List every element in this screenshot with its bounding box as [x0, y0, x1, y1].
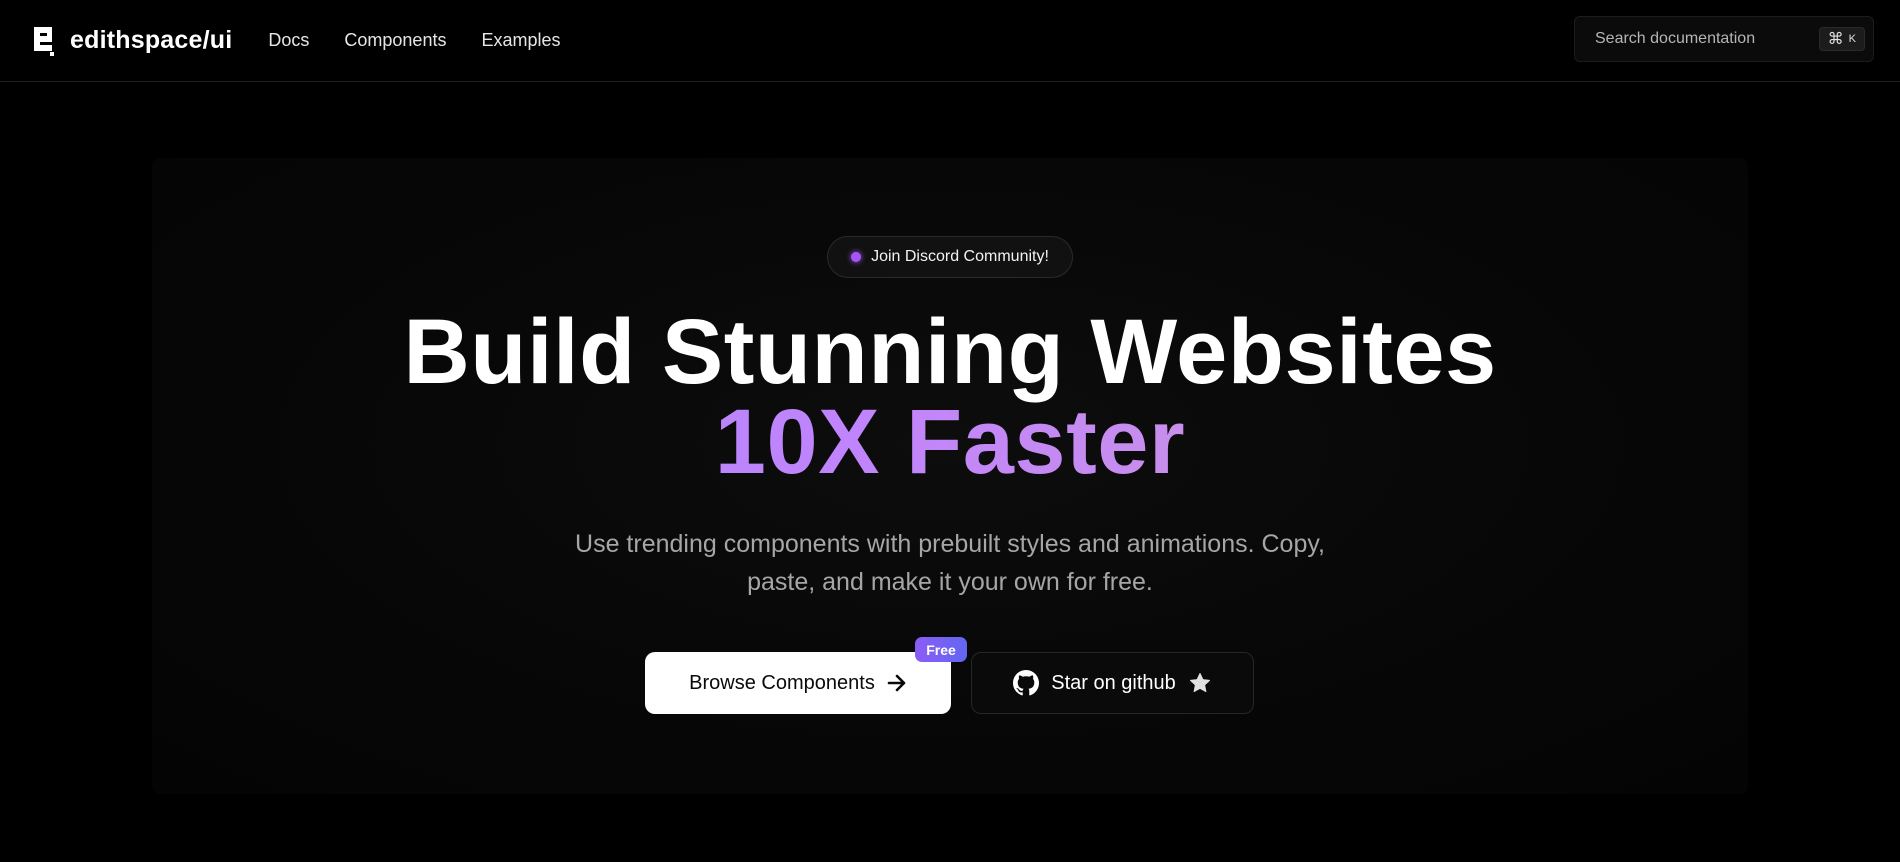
browse-components-button[interactable]: Browse Components	[645, 652, 951, 714]
nav-link-examples[interactable]: Examples	[481, 30, 560, 51]
nav-link-components[interactable]: Components	[344, 30, 446, 51]
browse-components-label: Browse Components	[689, 671, 875, 694]
free-tag-badge: Free	[915, 637, 967, 662]
search-input[interactable]	[1595, 30, 1819, 48]
search-box[interactable]: ⌘ K	[1574, 16, 1874, 62]
arrow-right-icon	[887, 674, 907, 692]
badge-label: Join Discord Community!	[871, 248, 1049, 265]
status-dot-icon	[851, 252, 862, 262]
hero-headline-line2: 10X Faster	[0, 396, 1900, 488]
hero-headline-line1: Build Stunning Websites	[403, 301, 1497, 403]
brand-name: edithspace/ui	[70, 26, 233, 54]
logo-e-icon	[32, 26, 54, 56]
github-icon	[1013, 670, 1040, 696]
star-on-github-label: Star on github	[1051, 671, 1176, 694]
star-icon	[1188, 671, 1212, 695]
command-key-icon: ⌘	[1827, 31, 1844, 48]
main-nav: Docs Components Examples	[268, 30, 560, 51]
shortcut-key: K	[1848, 33, 1856, 45]
star-on-github-button[interactable]: Star on github	[971, 652, 1254, 714]
brand-logo-link[interactable]: edithspace/ui	[32, 26, 232, 56]
search-shortcut: ⌘ K	[1818, 27, 1865, 51]
hero-subtitle: Use trending components with prebuilt st…	[575, 530, 1325, 596]
discord-community-badge[interactable]: Join Discord Community!	[827, 236, 1073, 278]
site-header: edithspace/ui Docs Components Examples ⌘…	[0, 0, 1900, 82]
nav-link-docs[interactable]: Docs	[268, 30, 309, 51]
